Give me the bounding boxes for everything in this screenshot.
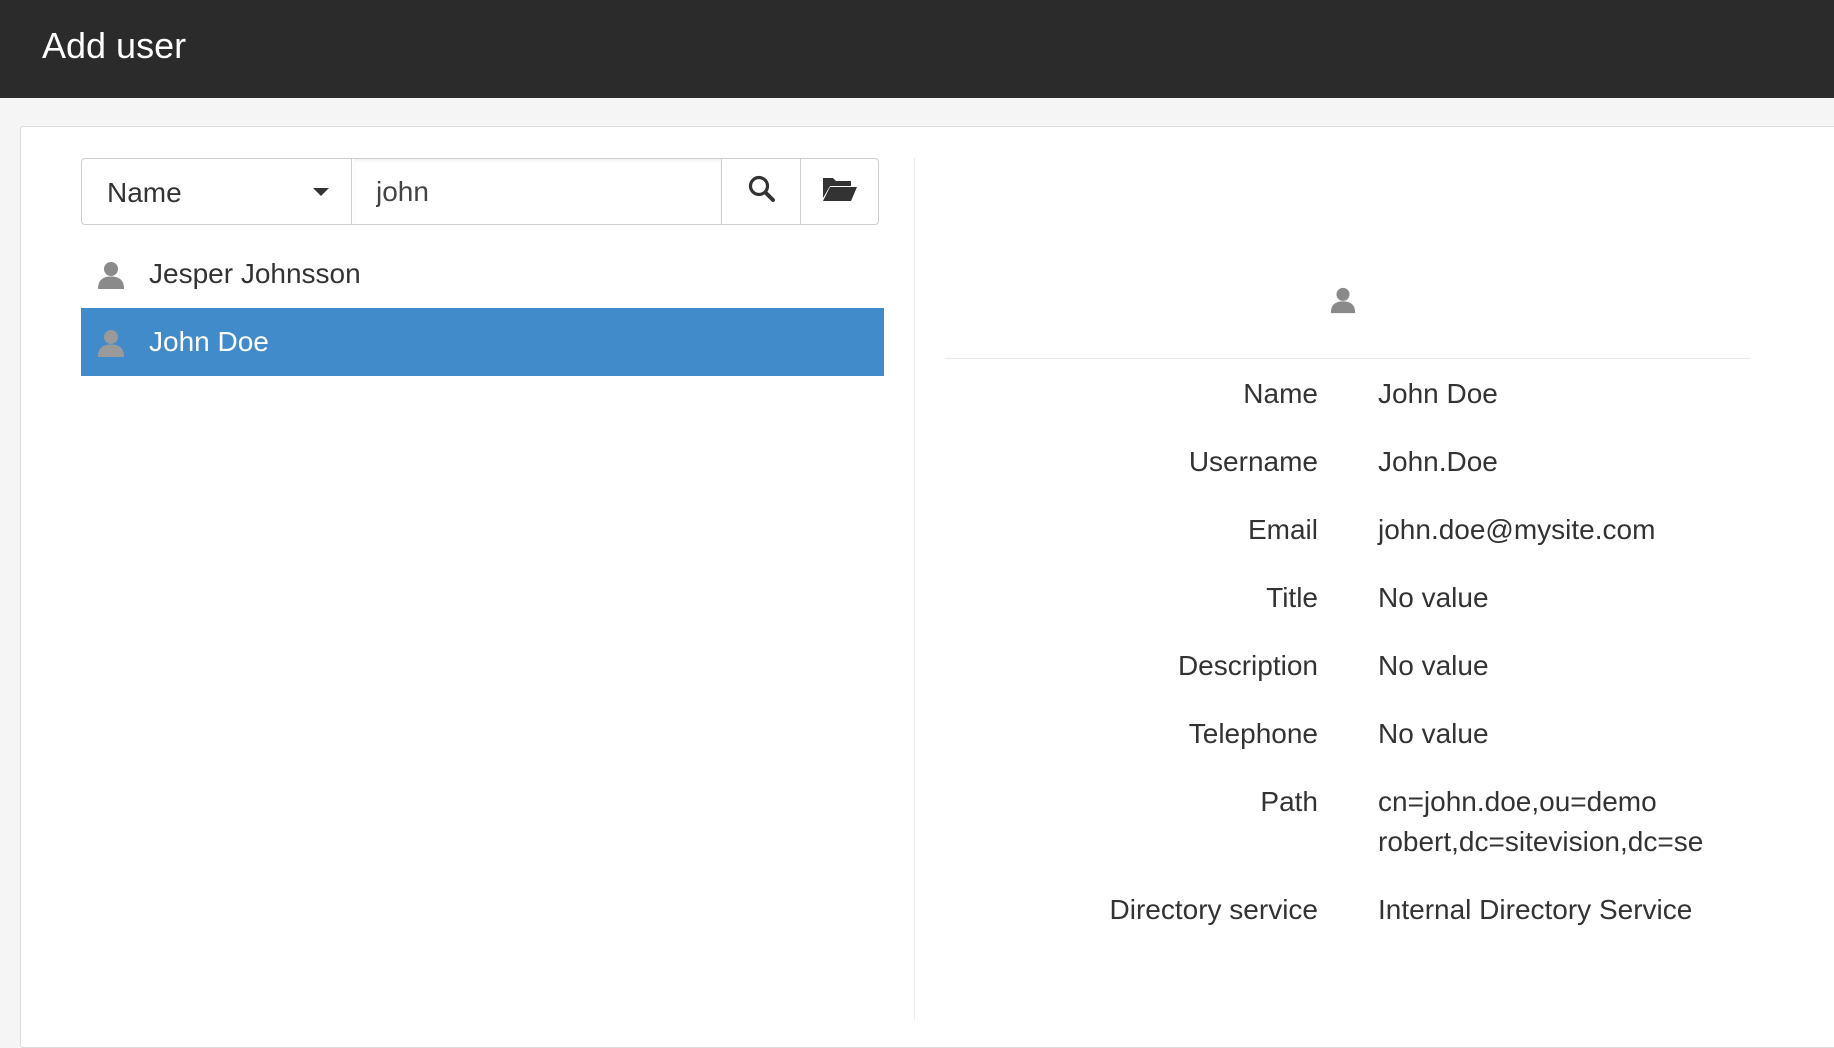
- detail-label: Directory service: [1109, 894, 1318, 925]
- detail-label: Title: [1266, 582, 1318, 613]
- search-field-select-value: Name: [107, 177, 182, 208]
- user-icon: [95, 328, 127, 363]
- detail-value: cn=john.doe,ou=demo robert,dc=sitevision…: [1378, 786, 1704, 857]
- detail-label: Telephone: [1188, 718, 1318, 749]
- list-item[interactable]: Jesper Johnsson: [81, 240, 884, 308]
- detail-label: Path: [1260, 786, 1318, 817]
- detail-value: No value: [1378, 718, 1489, 749]
- detail-value: John Doe: [1378, 378, 1498, 409]
- detail-label: Username: [1188, 446, 1318, 477]
- browse-button[interactable]: [801, 159, 879, 224]
- search-icon: [747, 174, 777, 209]
- detail-value: John.Doe: [1378, 446, 1498, 477]
- detail-value: Internal Directory Service: [1378, 894, 1693, 925]
- detail-divider: [945, 358, 1750, 359]
- search-input[interactable]: [354, 159, 722, 224]
- list-item-selected[interactable]: John Doe: [81, 308, 884, 376]
- chevron-down-icon: [313, 188, 329, 196]
- detail-value: No value: [1378, 650, 1489, 681]
- pane-divider: [914, 158, 915, 1020]
- list-item-label: John Doe: [149, 326, 269, 357]
- dialog-header: Add user: [0, 0, 1834, 98]
- search-bar: Name: [81, 158, 879, 225]
- list-item-label: Jesper Johnsson: [149, 258, 361, 289]
- user-result-list: Jesper Johnsson John Doe: [81, 240, 884, 376]
- search-button[interactable]: [723, 159, 801, 224]
- search-field-select[interactable]: Name: [82, 159, 352, 224]
- detail-value: No value: [1378, 582, 1489, 613]
- detail-label: Email: [1247, 514, 1318, 545]
- user-icon: [95, 260, 127, 295]
- user-icon: [1328, 286, 1358, 319]
- dialog-title: Add user: [42, 25, 187, 66]
- detail-label: Name: [1243, 378, 1318, 409]
- detail-label: Description: [1177, 650, 1318, 681]
- detail-value: john.doe@mysite.com: [1378, 514, 1656, 545]
- folder-open-icon: [821, 174, 859, 209]
